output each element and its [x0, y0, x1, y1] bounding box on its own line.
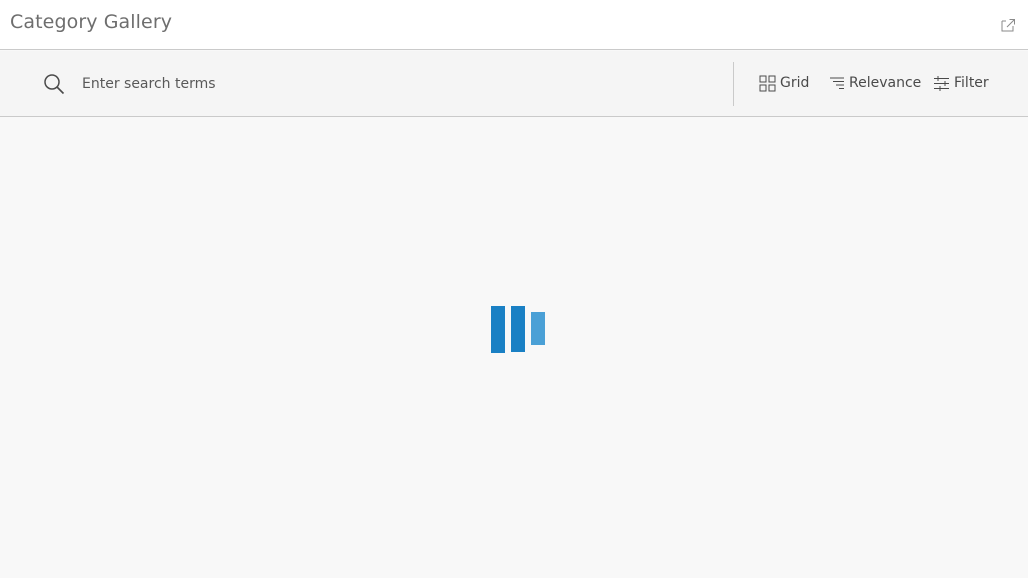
filter-label: Filter	[954, 75, 989, 91]
filter-sliders-icon	[934, 75, 949, 91]
search-input[interactable]	[80, 69, 714, 99]
search-icon[interactable]	[43, 73, 65, 95]
page-title: Category Gallery	[10, 11, 173, 33]
gallery-content	[0, 117, 1028, 578]
loader-bar	[511, 306, 525, 352]
share-export-icon	[1001, 19, 1015, 32]
sort-relevance-button[interactable]: Relevance	[829, 72, 921, 94]
grid-view-button[interactable]: Grid	[759, 72, 809, 94]
toolbar-divider	[733, 62, 734, 106]
loading-bars-icon	[491, 306, 547, 354]
sort-lines-icon	[830, 77, 844, 89]
filter-button[interactable]: Filter	[933, 72, 989, 94]
share-button[interactable]	[1000, 17, 1016, 33]
grid-label: Grid	[780, 75, 810, 91]
app-header: Category Gallery	[0, 0, 1028, 50]
loader-bar	[531, 312, 545, 345]
loader-bar	[491, 306, 505, 353]
relevance-label: Relevance	[849, 75, 922, 91]
grid-icon	[759, 75, 776, 91]
search-toolbar: Grid Relevance Filter	[0, 51, 1028, 117]
